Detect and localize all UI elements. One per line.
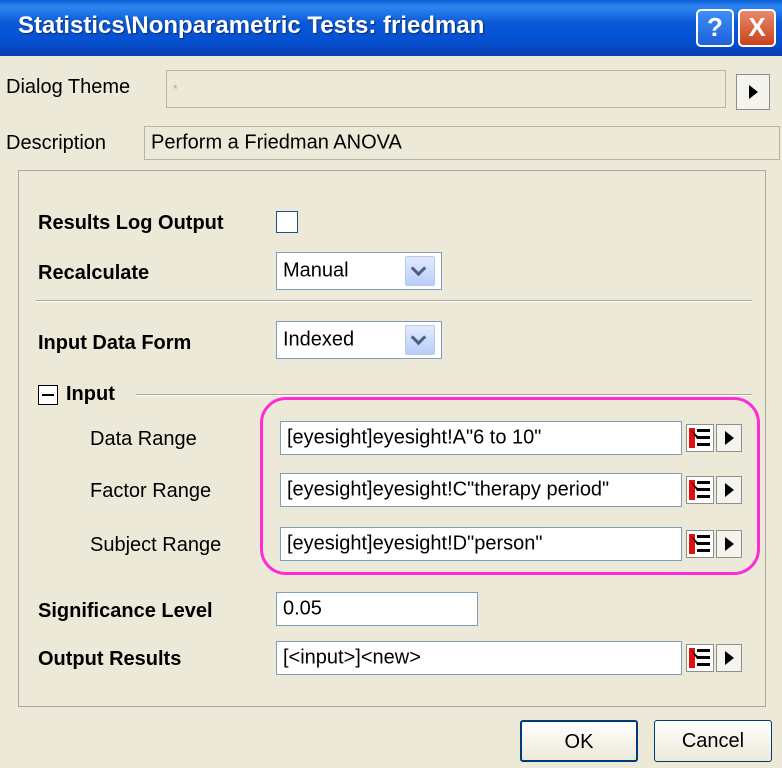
description-label: Description — [6, 132, 107, 154]
data-range-label: Data Range — [90, 428, 197, 450]
range-select-icon — [689, 648, 710, 668]
subject-range-value: [eyesight]eyesight!D"person" — [287, 532, 543, 555]
subject-range-menu-button[interactable] — [716, 530, 742, 558]
results-log-output-checkbox[interactable] — [276, 211, 298, 233]
significance-level-value: 0.05 — [283, 597, 322, 620]
significance-level-label: Significance Level — [38, 600, 213, 622]
output-results-value: [<input>]<new> — [283, 646, 421, 669]
play-arrow-icon — [725, 651, 734, 665]
chevron-down-icon — [410, 260, 427, 277]
results-log-output-label: Results Log Output — [38, 212, 224, 234]
factor-range-select-button[interactable] — [686, 476, 714, 504]
recalculate-value: Manual — [283, 259, 349, 282]
title-bar[interactable]: Statistics\Nonparametric Tests: friedman… — [0, 0, 782, 56]
output-results-select-button[interactable] — [686, 644, 714, 672]
play-arrow-icon — [725, 537, 734, 551]
input-data-form-value: Indexed — [283, 328, 355, 351]
recalculate-label: Recalculate — [38, 262, 150, 284]
input-group-separator — [136, 394, 752, 396]
data-range-value: [eyesight]eyesight!A"6 to 10" — [287, 426, 542, 449]
window-title: Statistics\Nonparametric Tests: friedman — [18, 12, 485, 39]
recalculate-select[interactable]: Manual — [276, 252, 442, 290]
recalculate-dropdown-button[interactable] — [405, 256, 435, 286]
dialog-theme-menu-button[interactable] — [736, 74, 770, 110]
dialog-theme-field[interactable]: * — [166, 70, 726, 108]
description-field: Perform a Friedman ANOVA — [144, 126, 780, 160]
play-arrow-icon — [749, 85, 758, 99]
input-group-label: Input — [66, 383, 115, 405]
play-arrow-icon — [725, 431, 734, 445]
friedman-dialog: Statistics\Nonparametric Tests: friedman… — [0, 0, 782, 768]
data-range-input[interactable]: [eyesight]eyesight!A"6 to 10" — [280, 421, 682, 455]
factor-range-menu-button[interactable] — [716, 476, 742, 504]
range-select-icon — [689, 428, 710, 448]
range-select-icon — [689, 534, 710, 554]
cancel-button[interactable]: Cancel — [654, 720, 772, 762]
subject-range-label: Subject Range — [90, 534, 222, 556]
output-results-menu-button[interactable] — [716, 644, 742, 672]
subject-range-select-button[interactable] — [686, 530, 714, 558]
data-range-menu-button[interactable] — [716, 424, 742, 452]
significance-level-input[interactable]: 0.05 — [276, 592, 478, 626]
input-data-form-dropdown-button[interactable] — [405, 325, 435, 355]
input-data-form-select[interactable]: Indexed — [276, 321, 442, 359]
factor-range-value: [eyesight]eyesight!C"therapy period" — [287, 478, 610, 501]
chevron-down-icon — [410, 329, 427, 346]
data-range-select-button[interactable] — [686, 424, 714, 452]
ok-button[interactable]: OK — [520, 720, 638, 762]
input-data-form-label: Input Data Form — [38, 332, 192, 354]
factor-range-input[interactable]: [eyesight]eyesight!C"therapy period" — [280, 473, 682, 507]
collapse-input-icon[interactable] — [38, 385, 58, 405]
factor-range-label: Factor Range — [90, 480, 212, 502]
separator — [36, 300, 752, 302]
description-value: Perform a Friedman ANOVA — [151, 131, 402, 154]
range-select-icon — [689, 480, 710, 500]
close-button[interactable]: X — [738, 9, 776, 47]
output-results-label: Output Results — [38, 648, 182, 670]
output-results-input[interactable]: [<input>]<new> — [276, 641, 682, 675]
subject-range-input[interactable]: [eyesight]eyesight!D"person" — [280, 527, 682, 561]
dialog-theme-label: Dialog Theme — [6, 76, 131, 98]
help-button[interactable]: ? — [696, 9, 734, 47]
play-arrow-icon — [725, 483, 734, 497]
